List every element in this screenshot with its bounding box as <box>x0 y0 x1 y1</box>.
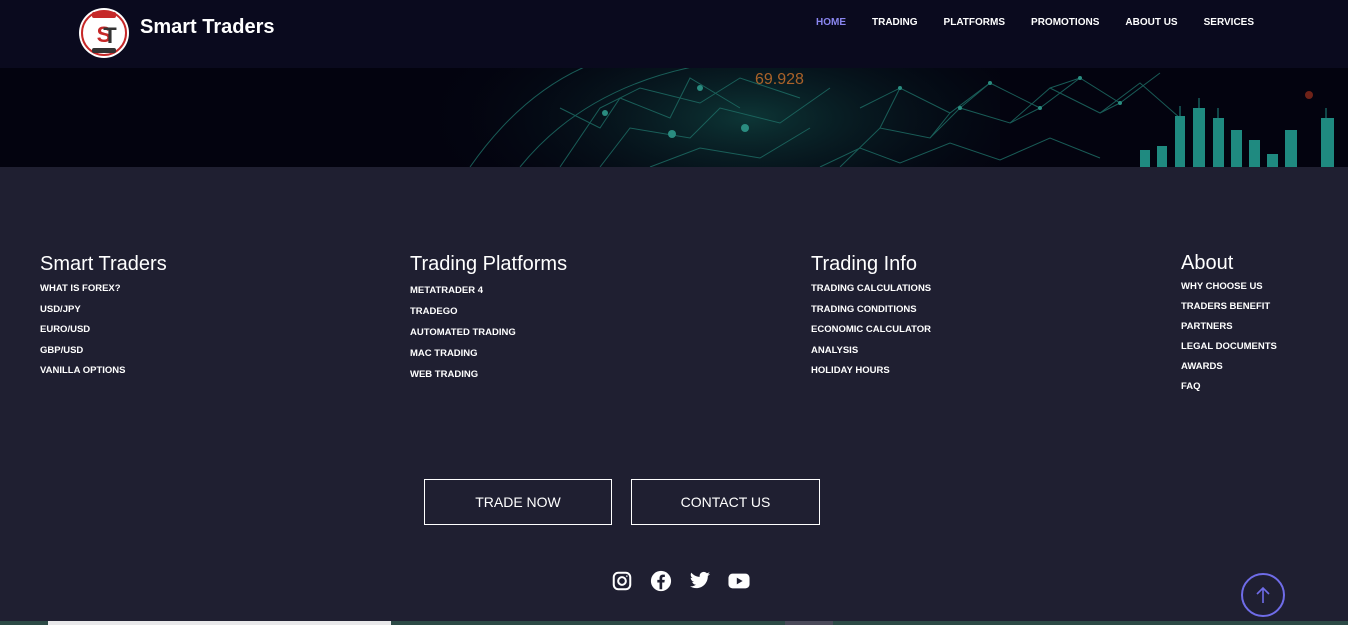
nav-promotions[interactable]: PROMOTIONS <box>1031 17 1099 28</box>
site-header: S T Smart Traders HOME TRADING PLATFORMS… <box>0 0 1348 68</box>
footer-link[interactable]: WHAT IS FOREX? <box>40 279 167 300</box>
footer-heading: Trading Info <box>811 253 917 275</box>
footer-heading: Trading Platforms <box>410 253 568 275</box>
footer-column-smart-traders: Smart Traders WHAT IS FOREX? USD/JPY EUR… <box>40 253 167 382</box>
footer-link[interactable]: WHY CHOOSE US <box>1181 277 1277 297</box>
nav-trading[interactable]: TRADING <box>872 17 918 28</box>
contact-us-button[interactable]: CONTACT US <box>631 479 820 525</box>
footer-link[interactable]: PARTNERS <box>1181 317 1277 337</box>
bottom-strip-highlight <box>48 621 391 625</box>
svg-text:T: T <box>103 23 117 48</box>
footer-link[interactable]: EURO/USD <box>40 320 167 341</box>
nav-platforms[interactable]: PLATFORMS <box>944 17 1005 28</box>
footer-link[interactable]: MAC TRADING <box>410 343 567 364</box>
footer-link[interactable]: TRADING CALCULATIONS <box>811 279 931 300</box>
footer-link[interactable]: HOLIDAY HOURS <box>811 361 931 382</box>
footer-link[interactable]: LEGAL DOCUMENTS <box>1181 337 1277 357</box>
footer-link[interactable]: GBP/USD <box>40 341 167 362</box>
footer-column-about: About WHY CHOOSE US TRADERS BENEFIT PART… <box>1181 252 1277 397</box>
social-links <box>610 569 766 593</box>
footer-link[interactable]: TRADING CONDITIONS <box>811 300 931 321</box>
nav-home[interactable]: HOME <box>816 17 846 28</box>
footer-link[interactable]: AWARDS <box>1181 357 1277 377</box>
footer-link[interactable]: TRADEGO <box>410 301 567 322</box>
footer-heading: About <box>1181 252 1234 274</box>
footer-link[interactable]: AUTOMATED TRADING <box>410 322 567 343</box>
footer-column-trading-info: Trading Info TRADING CALCULATIONS TRADIN… <box>811 253 931 382</box>
brand-name[interactable]: Smart Traders <box>140 16 275 39</box>
footer-heading: Smart Traders <box>40 253 167 275</box>
footer-link[interactable]: ECONOMIC CALCULATOR <box>811 320 931 341</box>
footer-link[interactable]: VANILLA OPTIONS <box>40 361 167 382</box>
footer-link[interactable]: FAQ <box>1181 377 1277 397</box>
main-nav: HOME TRADING PLATFORMS PROMOTIONS ABOUT … <box>790 17 1254 28</box>
arrow-up-icon <box>1256 586 1270 603</box>
trade-now-button[interactable]: TRADE NOW <box>424 479 612 525</box>
footer-column-trading-platforms: Trading Platforms METATRADER 4 TRADEGO A… <box>410 253 567 385</box>
nav-about-us[interactable]: ABOUT US <box>1125 17 1177 28</box>
footer-link[interactable]: ANALYSIS <box>811 341 931 362</box>
instagram-icon[interactable] <box>610 569 634 593</box>
globe-network-graphic <box>440 68 1334 167</box>
youtube-icon[interactable] <box>727 569 751 593</box>
footer-link[interactable]: METATRADER 4 <box>410 280 567 301</box>
facebook-icon[interactable] <box>649 569 673 593</box>
footer-link[interactable]: TRADERS BENEFIT <box>1181 297 1277 317</box>
footer-link[interactable]: WEB TRADING <box>410 364 567 385</box>
hero-banner: 69.928 <box>0 68 1348 167</box>
nav-services[interactable]: SERVICES <box>1204 17 1254 28</box>
back-to-top-button[interactable] <box>1241 573 1285 617</box>
bottom-strip-segment <box>785 621 833 625</box>
footer-link[interactable]: USD/JPY <box>40 300 167 321</box>
logo-emblem-icon: S T <box>81 10 127 56</box>
brand-logo[interactable]: S T <box>79 8 129 58</box>
ticker-value: 69.928 <box>755 71 804 88</box>
twitter-icon[interactable] <box>688 569 712 593</box>
